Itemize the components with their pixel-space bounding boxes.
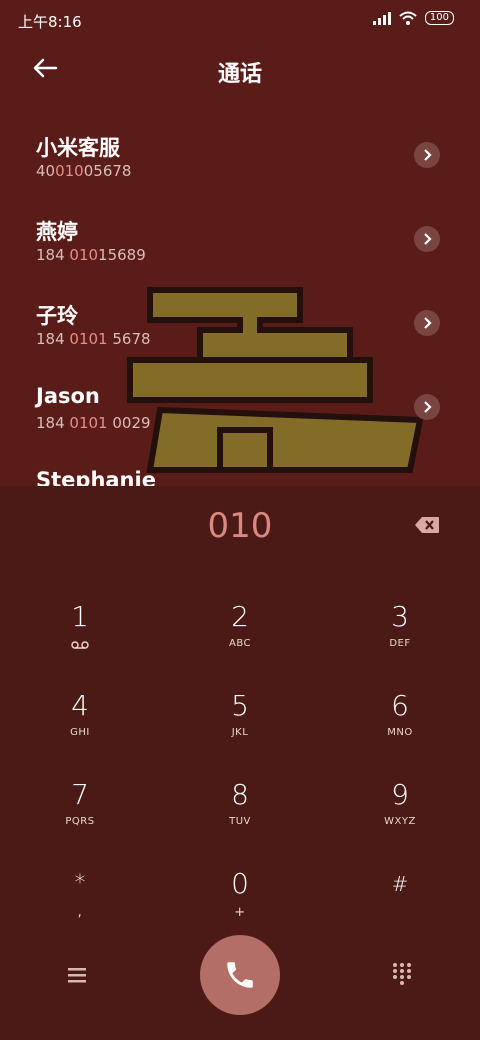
key-9[interactable]: 9 WXYZ — [340, 778, 460, 858]
key-letters: JKL — [231, 727, 249, 738]
chevron-right-icon — [424, 401, 432, 413]
battery-indicator: 100 — [424, 11, 454, 25]
key-digit: 9 — [391, 778, 409, 811]
contact-name: Jason — [36, 384, 100, 408]
key-2[interactable]: 2 ABC — [180, 600, 300, 680]
contact-details-button[interactable] — [414, 310, 440, 336]
chevron-right-icon — [424, 317, 432, 329]
contact-item[interactable]: Stephanie — [0, 468, 480, 486]
chevron-right-icon — [424, 149, 432, 161]
backspace-icon[interactable] — [414, 516, 440, 534]
key-digit: 8 — [231, 778, 249, 811]
dialed-number: 010 — [207, 506, 273, 546]
contact-item[interactable]: 子玲 184 0101 5678 — [0, 300, 480, 384]
key-star[interactable]: * , — [20, 867, 140, 947]
voicemail-icon — [71, 641, 89, 649]
signal-icon — [372, 11, 391, 25]
status-icons: 100 — [372, 11, 454, 25]
page-title: 通话 — [217, 62, 262, 87]
key-letters: MNO — [387, 727, 413, 738]
key-digit: 6 — [391, 689, 409, 722]
key-letters: GHI — [70, 727, 90, 738]
contact-number: 184 0101 5678 — [36, 330, 151, 348]
top-area: 上午8:16 100 通话 小米客服 4001005678 燕婷 184 010… — [0, 0, 480, 486]
key-digit: 4 — [71, 689, 89, 722]
key-4[interactable]: 4 GHI — [20, 689, 140, 769]
key-7[interactable]: 7 PQRS — [20, 778, 140, 858]
key-digit: 0 — [231, 867, 249, 900]
key-letters: ABC — [228, 638, 251, 649]
key-5[interactable]: 5 JKL — [180, 689, 300, 769]
contact-details-button[interactable] — [414, 142, 440, 168]
wifi-icon — [399, 11, 417, 25]
key-1[interactable]: 1 — [20, 600, 140, 680]
contact-item[interactable]: 小米客服 4001005678 — [0, 132, 480, 216]
key-letters: DEF — [389, 638, 411, 649]
contact-name: 小米客服 — [36, 136, 120, 160]
contact-item[interactable]: Jason 184 0101 0029 — [0, 384, 480, 468]
contact-number: 4001005678 — [36, 162, 132, 180]
key-3[interactable]: 3 DEF — [340, 600, 460, 680]
key-letters: + — [234, 905, 246, 920]
header: 通话 — [0, 48, 480, 92]
call-button[interactable] — [200, 935, 280, 1015]
key-digit: 3 — [391, 600, 409, 633]
contact-details-button[interactable] — [414, 226, 440, 252]
key-digit: 7 — [71, 778, 89, 811]
contact-details-button[interactable] — [414, 394, 440, 420]
contact-number: 184 01015689 — [36, 246, 146, 264]
phone-icon — [227, 962, 253, 988]
key-digit: 5 — [231, 689, 249, 722]
menu-icon[interactable] — [66, 966, 88, 984]
contact-item[interactable]: 燕婷 184 01015689 — [0, 216, 480, 300]
key-digit: 2 — [231, 600, 249, 633]
contact-name: 燕婷 — [36, 220, 78, 244]
key-letters: WXYZ — [384, 816, 416, 827]
dialpad-icon[interactable] — [392, 962, 412, 986]
status-time: 上午8:16 — [18, 13, 82, 31]
status-bar: 上午8:16 100 — [0, 0, 480, 40]
key-letters: , — [77, 905, 83, 920]
key-digit: 1 — [71, 600, 89, 633]
key-letters: TUV — [229, 816, 251, 827]
contact-name: 子玲 — [36, 304, 78, 328]
key-digit: # — [391, 872, 409, 896]
chevron-right-icon — [424, 233, 432, 245]
key-6[interactable]: 6 MNO — [340, 689, 460, 769]
key-letters: PQRS — [65, 816, 95, 827]
key-8[interactable]: 8 TUV — [180, 778, 300, 858]
key-hash[interactable]: # — [340, 867, 460, 947]
key-digit: * — [74, 871, 86, 896]
contact-name: Stephanie — [36, 468, 156, 486]
contact-number: 184 0101 0029 — [36, 414, 151, 432]
